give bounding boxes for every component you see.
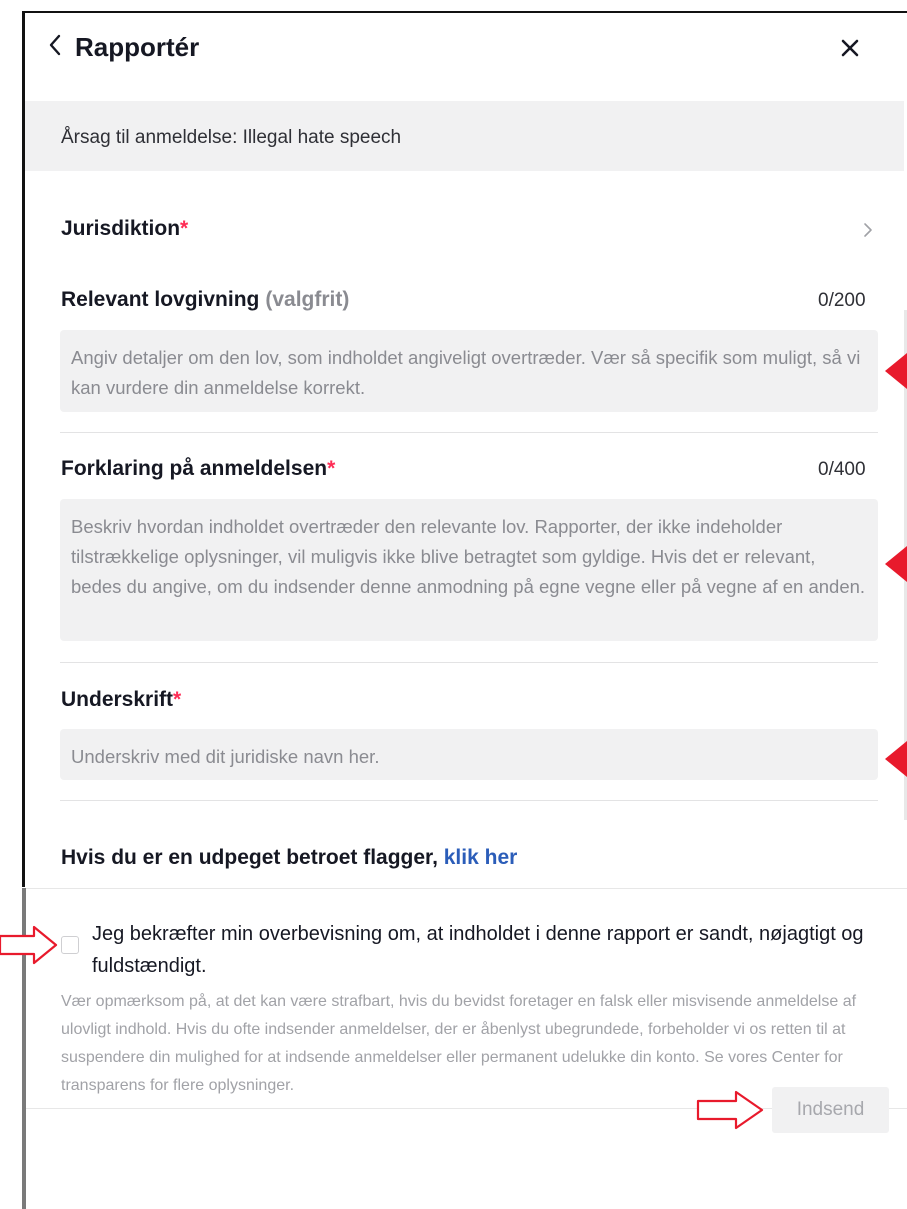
jurisdiction-label: Jurisdiktion: [61, 217, 181, 240]
report-reason-text: Årsag til anmeldelse: Illegal hate speec…: [61, 127, 402, 148]
annotation-marker: [885, 741, 907, 777]
page-title: Rapportér: [75, 32, 200, 62]
explanation-placeholder: Beskriv hvordan indholdet overtræder den…: [71, 516, 866, 597]
jurisdiction-row[interactable]: Jurisdiktion*: [61, 217, 188, 241]
chevron-right-icon[interactable]: [858, 220, 878, 240]
required-mark: *: [327, 457, 336, 480]
back-button[interactable]: [40, 30, 70, 60]
trusted-flagger-link[interactable]: klik her: [444, 846, 518, 869]
confirm-text: Jeg bekræfter min overbevisning om, at i…: [92, 923, 864, 977]
divider: [26, 888, 907, 889]
explanation-input[interactable]: Beskriv hvordan indholdet overtræder den…: [60, 499, 878, 641]
optional-label: (valgfrit): [265, 288, 350, 311]
signature-label: Underskrift: [61, 688, 174, 711]
required-mark: *: [173, 688, 182, 711]
report-reason-bar: Årsag til anmeldelse: Illegal hate speec…: [25, 101, 904, 171]
annotation-arrow-icon: [0, 925, 58, 965]
signature-placeholder: Underskriv med dit juridiske navn her.: [71, 746, 380, 767]
confirm-checkbox[interactable]: [61, 936, 79, 954]
divider: [60, 432, 878, 433]
submit-button[interactable]: Indsend: [772, 1087, 889, 1133]
legislation-label: Relevant lovgivning: [61, 288, 260, 311]
trusted-flagger-text: Hvis du er en udpeget betroet flagger,: [61, 846, 438, 869]
explanation-char-counter: 0/400: [818, 459, 866, 480]
explanation-label: Forklaring på anmeldelsen: [61, 457, 328, 480]
signature-label-row: Underskrift*: [61, 688, 181, 712]
divider: [60, 662, 878, 663]
divider: [60, 800, 878, 801]
explanation-label-row: Forklaring på anmeldelsen*: [61, 457, 335, 481]
close-button[interactable]: [835, 33, 865, 63]
annotation-marker: [885, 546, 907, 582]
close-icon: [841, 39, 859, 57]
legislation-label-row: Relevant lovgivning (valgfrit): [61, 288, 349, 312]
annotation-arrow-icon: [696, 1090, 764, 1130]
legislation-char-counter: 0/200: [818, 290, 866, 311]
chevron-left-icon: [49, 34, 61, 56]
annotation-marker: [885, 353, 907, 389]
legislation-placeholder: Angiv detaljer om den lov, som indholdet…: [71, 347, 861, 398]
signature-input[interactable]: Underskriv med dit juridiske navn her.: [60, 729, 878, 780]
required-mark: *: [180, 217, 189, 240]
legislation-input[interactable]: Angiv detaljer om den lov, som indholdet…: [60, 330, 878, 412]
legal-notice: Vær opmærksom på, at det kan være strafb…: [61, 993, 857, 1094]
trusted-flagger-row: Hvis du er en udpeget betroet flagger, k…: [61, 846, 517, 870]
